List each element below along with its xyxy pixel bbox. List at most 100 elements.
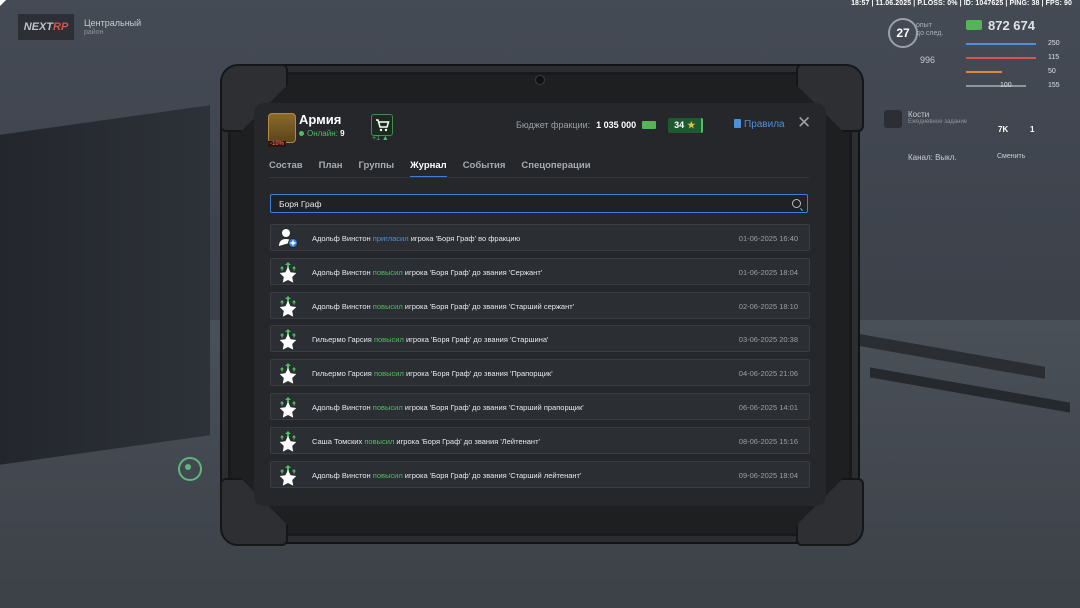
- wanted-value: 996: [920, 55, 936, 65]
- faction-discount: -10%: [268, 141, 287, 147]
- location-title: Центральный: [84, 18, 142, 28]
- entry-action: повысил: [372, 301, 403, 311]
- journal-entry-text: Гильермо Гарсия повысил игрока 'Боря Гра…: [312, 369, 553, 378]
- tablet-camera: [535, 75, 545, 85]
- ammo-a-value: 100: [1000, 82, 1012, 89]
- faction-stars: 34 ★: [668, 117, 704, 133]
- journal-row: Адольф Винстон пригласил игрока 'Боря Гр…: [270, 224, 810, 251]
- money-balance: 872 674: [988, 18, 1035, 33]
- shop-badge: +1 ▲: [372, 135, 389, 142]
- cart-icon: [376, 119, 390, 132]
- online-count: 9: [340, 129, 345, 138]
- daily-task-title: Кости: [908, 110, 930, 119]
- entry-details: игрока 'Боря Граф' до звания 'Старший пр…: [402, 402, 584, 412]
- entry-date: 08-06-2025 15:16: [738, 436, 798, 446]
- journal-row: Гильермо Гарсия повысил игрока 'Боря Гра…: [270, 359, 810, 387]
- entry-actor: Гильермо Гарсия: [312, 369, 372, 379]
- search-input[interactable]: Боря Граф: [270, 194, 808, 213]
- ammo-b-value: 155: [1048, 82, 1060, 89]
- entry-date: 03-06-2025 20:38: [738, 335, 798, 345]
- tab-item[interactable]: Состав: [269, 160, 303, 178]
- journal-row: Адольф Винстон повысил игрока 'Боря Граф…: [270, 291, 810, 319]
- armor-value: 115: [1048, 54, 1060, 61]
- journal-row: Адольф Винстон повысил игрока 'Боря Граф…: [270, 460, 810, 488]
- entry-action: пригласил: [372, 234, 409, 243]
- journal-row: Саша Томских повысил игрока 'Боря Граф' …: [270, 426, 810, 454]
- search-value: Боря Граф: [279, 199, 322, 209]
- entry-actor: Адольф Винстон: [312, 234, 371, 243]
- tab-item[interactable]: Спецоперации: [521, 160, 590, 178]
- health-value: 250: [1048, 40, 1060, 47]
- journal-entry-text: Адольф Винстон пригласил игрока 'Боря Гр…: [312, 234, 520, 243]
- journal-entry-text: Адольф Винстон повысил игрока 'Боря Граф…: [312, 302, 574, 311]
- entry-date: 01-06-2025 18:04: [738, 267, 798, 277]
- entry-date: 02-06-2025 18:10: [738, 301, 798, 311]
- level-badge: 27: [888, 18, 918, 48]
- document-icon: [734, 119, 741, 128]
- entry-action: повысил: [372, 402, 403, 412]
- logo-text-accent: RP: [53, 21, 69, 33]
- health-bar: [966, 43, 1036, 45]
- entry-date: 06-06-2025 14:01: [738, 402, 798, 412]
- panel-tabs: Состав План Группы Журнал События Спецопераци…: [269, 160, 607, 178]
- entry-action: повысил: [373, 369, 404, 379]
- journal-list: Адольф Винстон пригласил игрока 'Боря Гр…: [270, 224, 810, 494]
- entry-action: повысил: [364, 436, 395, 446]
- rank-up-star-icon: [277, 362, 299, 384]
- entry-date: 01-06-2025 16:40: [738, 234, 798, 243]
- level-subtext: опыт до след.: [916, 22, 943, 38]
- entry-details: игрока 'Боря Граф' до звания 'Лейтенант': [394, 436, 540, 446]
- level-sub2: до след.: [916, 30, 944, 37]
- user-add-icon: [277, 227, 299, 249]
- faction-name: Армия: [299, 112, 342, 127]
- status-bar: 18:57 | 11.06.2025 | P.LOSS: 0% | ID: 10…: [851, 0, 1072, 7]
- tab-item[interactable]: План: [319, 160, 343, 178]
- shop-badge-text: +1: [372, 135, 380, 142]
- channel-switch[interactable]: Сменить: [997, 153, 1025, 160]
- dice-icon: [884, 110, 902, 128]
- stars-value: 34: [674, 119, 685, 130]
- close-icon[interactable]: ✕: [797, 114, 811, 131]
- entry-date: 09-06-2025 18:04: [738, 470, 798, 480]
- rank-up-star-icon: [277, 261, 299, 283]
- daily-task[interactable]: Кости Ежедневное задание: [908, 110, 967, 125]
- entry-actor: Адольф Винстон: [312, 267, 371, 277]
- ammo-bar: [966, 85, 1026, 87]
- level-sub1: опыт: [916, 22, 932, 29]
- journal-entry-text: Адольф Винстон повысил игрока 'Боря Граф…: [312, 471, 581, 480]
- rank-up-star-icon: [277, 430, 299, 452]
- entry-action: повысил: [372, 470, 403, 480]
- location-label: Центральный район: [84, 18, 141, 38]
- journal-row: Адольф Винстон повысил игрока 'Боря Граф…: [270, 392, 810, 420]
- faction-emblem-icon: -10%: [268, 113, 296, 147]
- entry-date: 04-06-2025 21:06: [738, 369, 798, 379]
- rules-link[interactable]: Правила: [734, 119, 785, 130]
- tab-item[interactable]: События: [463, 160, 506, 178]
- entry-details: игрока 'Боря Граф' до звания 'Старшина': [403, 335, 549, 345]
- shop-button[interactable]: [371, 114, 393, 136]
- bones-count-b: 1: [1030, 125, 1035, 134]
- tab-item[interactable]: Журнал: [410, 160, 447, 178]
- rank-up-star-icon: [277, 396, 299, 418]
- tab-item[interactable]: Группы: [359, 160, 395, 178]
- entry-actor: Адольф Винстон: [312, 402, 371, 412]
- entry-action: повысил: [372, 267, 403, 277]
- armor-bar: [966, 57, 1036, 59]
- online-dot-icon: [299, 131, 304, 136]
- bones-count-a: 7K: [998, 125, 1009, 134]
- rank-up-star-icon: [277, 464, 299, 486]
- tabs-divider: [269, 177, 809, 178]
- journal-row: Гильермо Гарсия повысил игрока 'Боря Гра…: [270, 325, 810, 353]
- entry-details: игрока 'Боря Граф' до звания 'Прапорщик': [403, 369, 553, 379]
- journal-row: Адольф Винстон повысил игрока 'Боря Граф…: [270, 257, 810, 285]
- search-icon[interactable]: [792, 199, 801, 208]
- online-status: Онлайн: 9: [299, 129, 345, 138]
- entry-details: игрока 'Боря Граф' во фракцию: [408, 234, 521, 243]
- entry-actor: Адольф Винстон: [312, 470, 371, 480]
- journal-entry-text: Адольф Винстон повысил игрока 'Боря Граф…: [312, 403, 584, 412]
- journal-entry-text: Гильермо Гарсия повысил игрока 'Боря Гра…: [312, 335, 548, 344]
- panel-header: -10% Армия Онлайн: 9 +1 ▲ Бюджет фракции…: [254, 103, 826, 149]
- online-label: Онлайн:: [307, 129, 338, 138]
- entry-actor: Адольф Винстон: [312, 301, 371, 311]
- cash-icon: [642, 121, 657, 129]
